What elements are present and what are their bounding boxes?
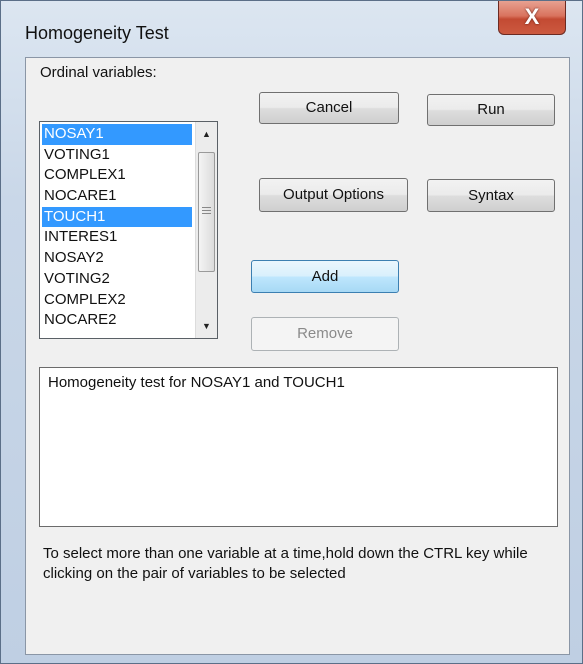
list-item[interactable]: INTERES1 bbox=[42, 227, 192, 248]
list-item[interactable]: VOTING1 bbox=[42, 145, 192, 166]
ordinal-variables-list[interactable]: NOSAY1 VOTING1 COMPLEX1 NOCARE1 TOUCH1 INTERE… bbox=[39, 121, 218, 339]
close-button[interactable]: X bbox=[498, 1, 566, 35]
output-textarea[interactable]: Homogeneity test for NOSAY1 and TOUCH1 bbox=[39, 367, 558, 527]
add-button[interactable]: Add bbox=[251, 260, 399, 293]
dialog-client-area: Ordinal variables: NOSAY1 VOTING1 COMPLEX1… bbox=[25, 57, 570, 655]
list-item[interactable]: NOCARE1 bbox=[42, 186, 192, 207]
scroll-down-arrow-icon[interactable]: ▼ bbox=[196, 316, 217, 336]
list-item[interactable]: TOUCH1 bbox=[42, 206, 192, 228]
instructions-text: To select more than one variable at a ti… bbox=[43, 545, 528, 582]
syntax-button[interactable]: Syntax bbox=[427, 179, 555, 212]
list-item[interactable]: NOCARE2 bbox=[42, 310, 192, 331]
run-button[interactable]: Run bbox=[427, 94, 555, 126]
scroll-thumb[interactable] bbox=[198, 152, 215, 272]
output-text: Homogeneity test for NOSAY1 and TOUCH1 bbox=[48, 374, 345, 391]
list-items: NOSAY1 VOTING1 COMPLEX1 NOCARE1 TOUCH1 INTERE… bbox=[42, 124, 192, 331]
list-item[interactable]: NOSAY2 bbox=[42, 248, 192, 269]
list-item[interactable]: COMPLEX1 bbox=[42, 165, 192, 186]
output-options-button[interactable]: Output Options bbox=[259, 178, 408, 212]
list-item[interactable]: COMPLEX2 bbox=[42, 290, 192, 311]
list-scrollbar[interactable]: ▲ ▼ bbox=[195, 122, 217, 338]
window-title: Homogeneity Test bbox=[25, 23, 169, 43]
title-bar[interactable]: Homogeneity Test X bbox=[1, 1, 582, 57]
remove-button[interactable]: Remove bbox=[251, 317, 399, 351]
list-item[interactable]: VOTING2 bbox=[42, 269, 192, 290]
cancel-button[interactable]: Cancel bbox=[259, 92, 399, 124]
dialog-window: Homogeneity Test X Ordinal variables: NO… bbox=[0, 0, 583, 664]
ordinal-variables-label: Ordinal variables: bbox=[40, 64, 157, 81]
list-item[interactable]: NOSAY1 bbox=[42, 124, 192, 145]
scroll-up-arrow-icon[interactable]: ▲ bbox=[196, 124, 217, 144]
